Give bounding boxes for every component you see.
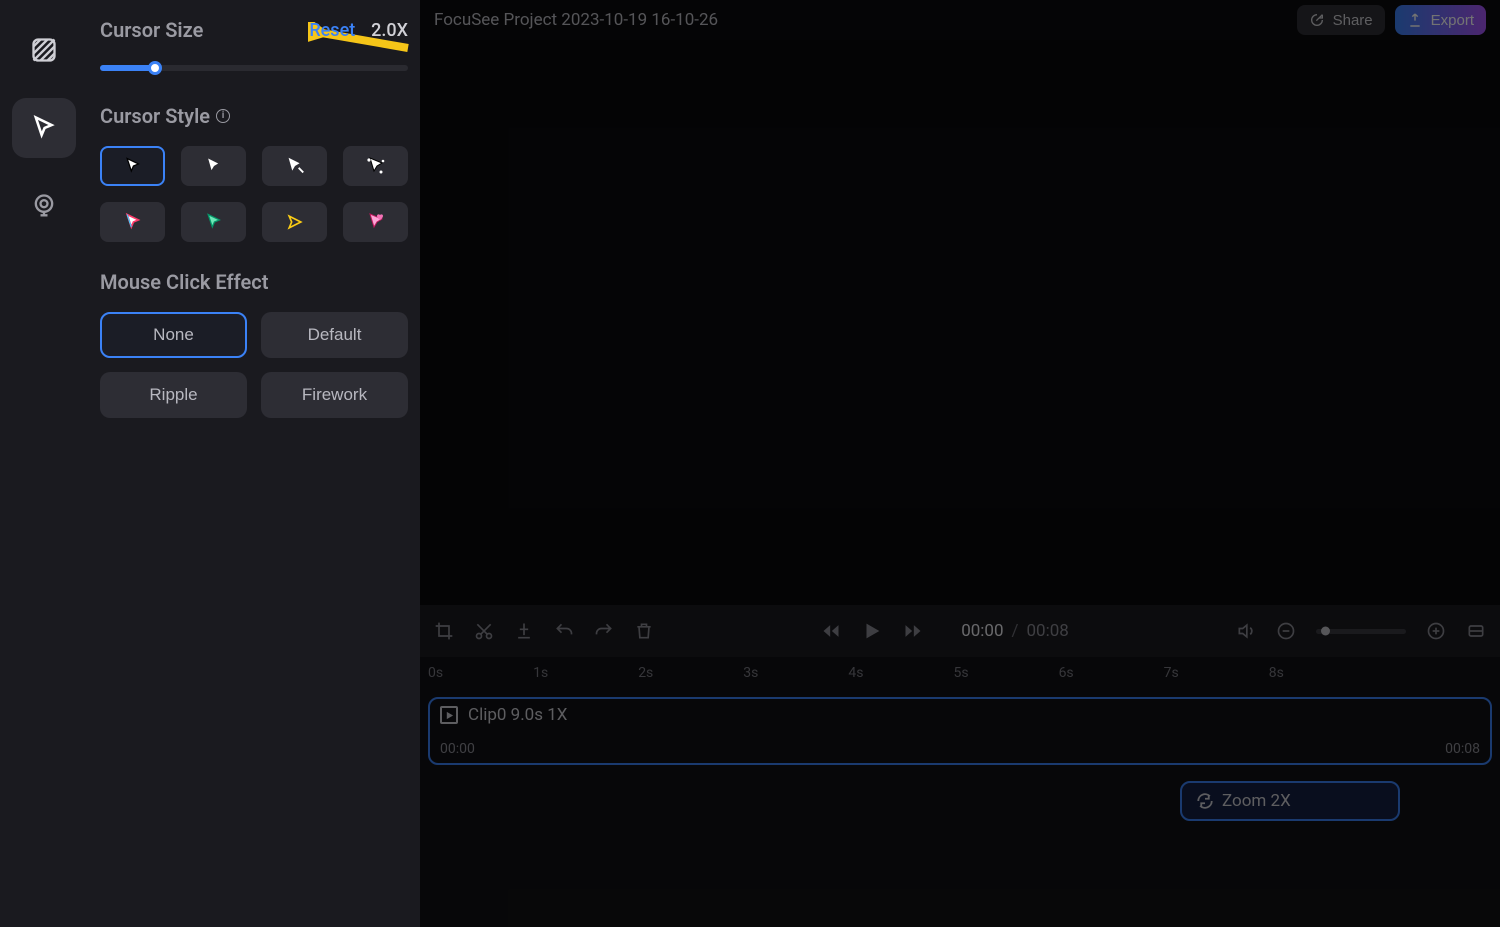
zoom-slider[interactable]: [1316, 629, 1406, 634]
click-effect-ripple-button[interactable]: Ripple: [100, 372, 247, 418]
cursor-heart-icon: [364, 210, 388, 234]
ffwd-icon[interactable]: [903, 621, 923, 641]
ruler-tick: 7s: [1164, 665, 1179, 681]
cursor-style-option-8[interactable]: [343, 202, 408, 242]
cursor-style-section: Cursor Style i: [100, 104, 408, 242]
left-rail: [0, 0, 88, 927]
clip-label: Clip0 9.0s 1X: [468, 705, 567, 725]
share-icon: [1309, 12, 1325, 28]
cursor-style-label: Cursor Style i: [100, 104, 230, 128]
clip-end-time: 00:08: [1445, 741, 1480, 757]
zoom-in-icon[interactable]: [1426, 621, 1446, 641]
ruler-tick: 3s: [743, 665, 758, 681]
ruler-tick: 8s: [1269, 665, 1284, 681]
ruler-tick: 2s: [638, 665, 653, 681]
cursor-size-section: Cursor Size Reset 2.0X: [100, 18, 408, 76]
marker-icon[interactable]: [514, 621, 534, 641]
undo-icon[interactable]: [554, 621, 574, 641]
cursor-arrow-yellow-icon: [285, 212, 305, 232]
editor-toolbar: 00:00 / 00:08: [420, 605, 1500, 657]
camera-icon: [30, 192, 58, 220]
cursor-size-slider[interactable]: [100, 60, 408, 76]
cursor-style-option-7[interactable]: [262, 202, 327, 242]
cursor-size-reset-link[interactable]: Reset: [309, 20, 355, 41]
cursor-sparkle-icon: [364, 154, 388, 178]
cursor-solid-icon: [204, 156, 224, 176]
refresh-icon: [1196, 792, 1214, 810]
play-icon[interactable]: [861, 620, 883, 642]
cursor-rainbow-icon: [123, 212, 143, 232]
click-effect-none-button[interactable]: None: [100, 312, 247, 358]
clip-start-time: 00:00: [440, 741, 475, 757]
main-area: FocuSee Project 2023-10-19 16-10-26 Shar…: [420, 0, 1500, 927]
fit-icon[interactable]: [1466, 621, 1486, 641]
cursor-size-label: Cursor Size: [100, 18, 203, 42]
rail-background-button[interactable]: [12, 20, 76, 80]
project-title: FocuSee Project 2023-10-19 16-10-26: [434, 10, 718, 30]
timeline: 0s 1s 2s 3s 4s 5s 6s 7s 8s Clip0 9.0s 1X: [420, 657, 1500, 927]
export-icon: [1407, 12, 1423, 28]
crop-icon[interactable]: [434, 621, 454, 641]
rewind-icon[interactable]: [821, 621, 841, 641]
cursor-style-option-5[interactable]: [100, 202, 165, 242]
trash-icon[interactable]: [634, 621, 654, 641]
cursor-style-option-1[interactable]: [100, 146, 165, 186]
ruler-tick: 1s: [533, 665, 548, 681]
ruler-tick: 5s: [953, 665, 968, 681]
cursor-default-icon: [123, 156, 143, 176]
volume-icon[interactable]: [1236, 621, 1256, 641]
clip-item[interactable]: Clip0 9.0s 1X 00:00 00:08: [428, 697, 1492, 765]
ruler-tick: 4s: [848, 665, 863, 681]
click-effect-default-button[interactable]: Default: [261, 312, 408, 358]
playback-current-time: 00:00: [961, 621, 1003, 641]
info-icon[interactable]: i: [216, 109, 230, 123]
cursor-trail-icon: [284, 155, 306, 177]
playback-time-separator: /: [1012, 621, 1019, 641]
playback-total-time: 00:08: [1026, 621, 1068, 641]
cursor-style-option-2[interactable]: [181, 146, 246, 186]
zoom-clip-label: Zoom 2X: [1222, 791, 1291, 811]
click-effect-section: Mouse Click Effect None Default Ripple F…: [100, 270, 408, 418]
cursor-style-option-6[interactable]: [181, 202, 246, 242]
rail-cursor-button[interactable]: [12, 98, 76, 158]
cursor-icon: [30, 114, 58, 142]
cursor-style-option-3[interactable]: [262, 146, 327, 186]
cursor-green-icon: [204, 212, 224, 232]
share-button[interactable]: Share: [1297, 5, 1385, 35]
cursor-size-value: 2.0X: [371, 20, 408, 41]
redo-icon[interactable]: [594, 621, 614, 641]
clip-play-icon: [440, 706, 458, 724]
click-effect-firework-button[interactable]: Firework: [261, 372, 408, 418]
cursor-panel: Cursor Size Reset 2.0X Cursor Style i: [88, 0, 420, 927]
zoom-out-icon[interactable]: [1276, 621, 1296, 641]
zoom-clip-item[interactable]: Zoom 2X: [1180, 781, 1400, 821]
cut-icon[interactable]: [474, 621, 494, 641]
hatch-icon: [30, 36, 58, 64]
cursor-style-option-4[interactable]: [343, 146, 408, 186]
click-effect-label: Mouse Click Effect: [100, 270, 268, 294]
timeline-ruler[interactable]: 0s 1s 2s 3s 4s 5s 6s 7s 8s: [420, 665, 1500, 681]
ruler-tick: 0s: [428, 665, 443, 681]
title-bar: FocuSee Project 2023-10-19 16-10-26 Shar…: [420, 0, 1500, 40]
rail-camera-button[interactable]: [12, 176, 76, 236]
video-preview[interactable]: [420, 40, 1500, 605]
ruler-tick: 6s: [1059, 665, 1074, 681]
export-button[interactable]: Export: [1395, 5, 1486, 35]
